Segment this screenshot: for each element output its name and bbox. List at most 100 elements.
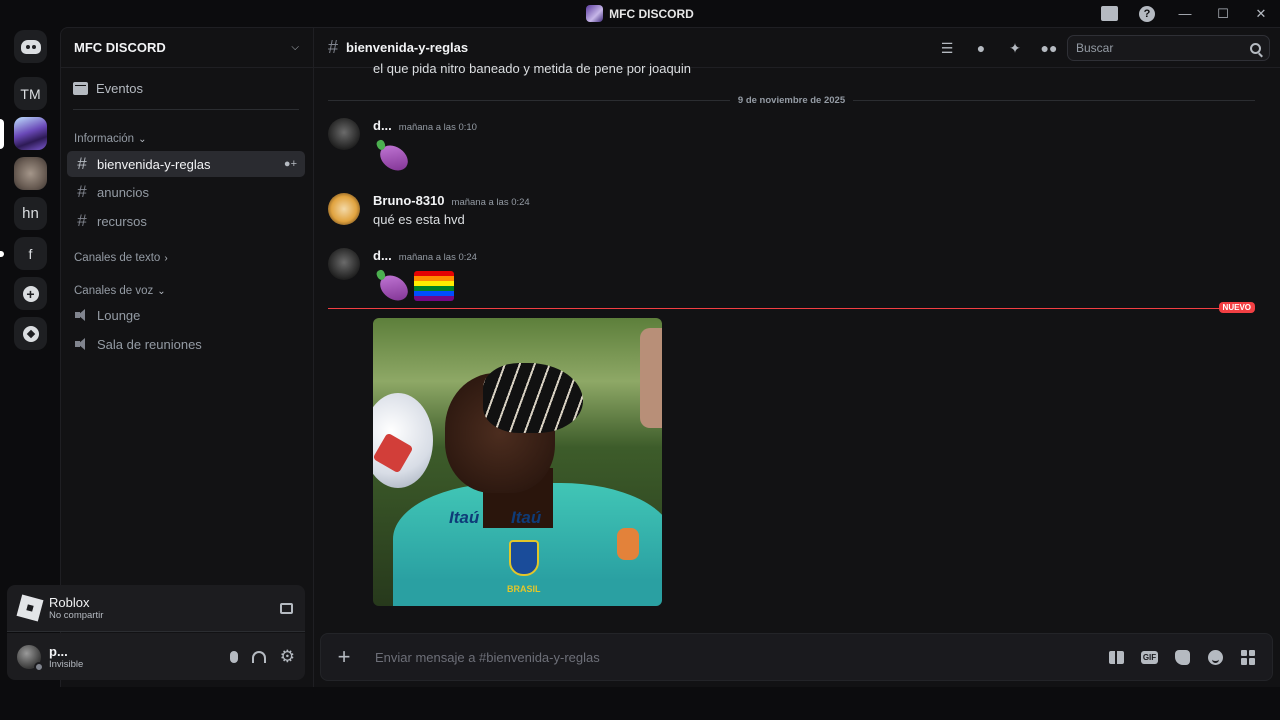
server-hn[interactable]: hn (14, 197, 47, 230)
shirt-sponsor-text: Itaú (449, 508, 480, 527)
divider-line (328, 99, 730, 101)
message-header: Bruno-8310 mañana a las 0:24 (373, 193, 530, 208)
user-info[interactable]: p... Invisible (49, 644, 83, 670)
avatar[interactable] (328, 118, 360, 150)
message-author[interactable]: Bruno-8310 (373, 193, 445, 208)
message-composer[interactable]: + Enviar mensaje a #bienvenida-y-reglas … (320, 633, 1273, 681)
unread-indicator (0, 251, 4, 257)
channel-label: bienvenida-y-reglas (97, 156, 211, 172)
direct-messages-button[interactable] (14, 30, 47, 63)
gift-button[interactable] (1107, 648, 1126, 667)
hash-icon: # (77, 211, 87, 230)
threads-icon[interactable]: ☰ (937, 38, 957, 58)
voice-channel-sala-de-reuniones[interactable]: Sala de reuniones (67, 331, 305, 357)
activity-title: Roblox (49, 595, 90, 610)
message-text-previous: el que pida nitro baneado y metida de pe… (373, 61, 692, 76)
close-button[interactable]: ✕ (1242, 0, 1280, 27)
gear-icon[interactable]: ⚙ (280, 647, 295, 667)
chat-area: # bienvenida-y-reglas ☰ ● ✦ ●● Buscar el… (313, 27, 1280, 687)
inbox-button[interactable] (1090, 0, 1128, 27)
background-person-shape (640, 328, 662, 428)
message-body (373, 137, 414, 176)
selected-server-indicator (0, 119, 4, 149)
microphone-icon[interactable] (229, 650, 238, 663)
emoji-icon (1208, 649, 1223, 665)
search-placeholder: Buscar (1076, 41, 1114, 55)
roblox-icon (16, 594, 44, 622)
date-divider: 9 de noviembre de 2025 (328, 94, 1256, 106)
avatar[interactable] (328, 193, 360, 225)
shirt-sponsor-text: Itaú (511, 508, 542, 527)
image-attachment[interactable]: Itaú Itaú BRASIL (373, 318, 662, 606)
activity-panel[interactable]: Roblox No compartir (7, 585, 305, 632)
speaker-icon (75, 309, 89, 321)
hash-icon: # (328, 37, 339, 57)
message-timestamp: mañana a las 0:24 (398, 252, 477, 263)
channel-recursos[interactable]: # recursos (67, 208, 305, 234)
chevron-down-icon: ⌄ (138, 133, 147, 145)
minimize-button[interactable]: — (1166, 0, 1204, 27)
rainbow-flag-emoji-icon[interactable] (414, 271, 454, 301)
members-icon[interactable]: ●● (1039, 38, 1059, 58)
category-canales-de-texto[interactable]: Canales de texto › (74, 252, 168, 264)
chevron-down-icon: ⌄ (157, 285, 166, 297)
message-author[interactable]: d... (373, 118, 392, 133)
apps-button[interactable] (1239, 648, 1258, 667)
pin-icon[interactable]: ✦ (1005, 38, 1025, 58)
server-tm[interactable]: TM (14, 77, 47, 110)
headphones-icon[interactable] (251, 650, 266, 663)
message-author[interactable]: d... (373, 248, 392, 263)
message-timestamp: mañana a las 0:10 (398, 122, 477, 133)
message-header: d... mañana a las 0:10 (373, 118, 477, 133)
events-item[interactable]: Eventos (73, 81, 299, 110)
eggplant-emoji-icon[interactable] (373, 137, 413, 176)
message-input[interactable]: Enviar mensaje a #bienvenida-y-reglas (375, 650, 600, 665)
server-f[interactable]: f (14, 237, 47, 270)
channel-anuncios[interactable]: # anuncios (67, 179, 305, 205)
message-body: qué es esta hvd (373, 212, 465, 227)
discover-button[interactable] (14, 317, 47, 350)
bell-icon[interactable]: ● (971, 38, 991, 58)
channel-bienvenida-y-reglas[interactable]: # bienvenida-y-reglas ●+ (67, 151, 305, 177)
add-server-button[interactable]: + (14, 277, 47, 310)
window-title: MFC DISCORD (586, 5, 694, 22)
message: d... mañana a las 0:24 (328, 248, 1228, 306)
inbox-icon (1100, 6, 1118, 21)
category-informacion[interactable]: Información ⌄ (74, 133, 146, 145)
invite-icon[interactable]: ●+ (284, 158, 297, 170)
username: p... (49, 643, 68, 659)
window-title-text: MFC DISCORD (609, 6, 694, 21)
message-header: d... mañana a las 0:24 (373, 248, 477, 263)
voice-channel-lounge[interactable]: Lounge (67, 302, 305, 328)
hash-icon: # (77, 154, 87, 173)
message-timestamp: mañana a las 0:24 (451, 197, 530, 208)
sticker-button[interactable] (1173, 648, 1192, 667)
maximize-button[interactable]: ☐ (1204, 0, 1242, 27)
hair-shape (483, 363, 583, 433)
header-toolbar: ☰ ● ✦ ●● (937, 36, 1059, 60)
category-canales-de-voz[interactable]: Canales de voz ⌄ (74, 285, 166, 297)
category-label: Canales de texto (74, 252, 161, 264)
status-indicator (34, 661, 44, 672)
emoji-button[interactable] (1206, 648, 1225, 667)
sticker-icon (1175, 649, 1190, 665)
message: Bruno-8310 mañana a las 0:24 qué es esta… (328, 193, 1228, 233)
channel-title: bienvenida-y-reglas (346, 40, 469, 55)
date-divider-label: 9 de noviembre de 2025 (737, 94, 846, 106)
crest-shape (509, 540, 539, 576)
activity-subtitle: No compartir (49, 610, 104, 621)
avatar[interactable] (328, 248, 360, 280)
gif-button[interactable]: GIF (1140, 648, 1159, 667)
eggplant-emoji-icon[interactable] (373, 267, 413, 306)
server-header[interactable]: MFC DISCORD ⌵ (61, 28, 313, 68)
avatar[interactable] (17, 644, 44, 672)
search-icon (1250, 42, 1261, 54)
screen-share-icon[interactable] (280, 602, 293, 614)
server-mfc[interactable] (14, 117, 47, 150)
server-cat[interactable] (14, 157, 47, 190)
search-input[interactable]: Buscar (1067, 35, 1270, 61)
attach-plus-icon[interactable]: + (335, 646, 353, 668)
help-button[interactable]: ? (1128, 0, 1166, 27)
new-badge: NUEVO (1218, 302, 1255, 313)
apps-icon (1241, 649, 1256, 665)
